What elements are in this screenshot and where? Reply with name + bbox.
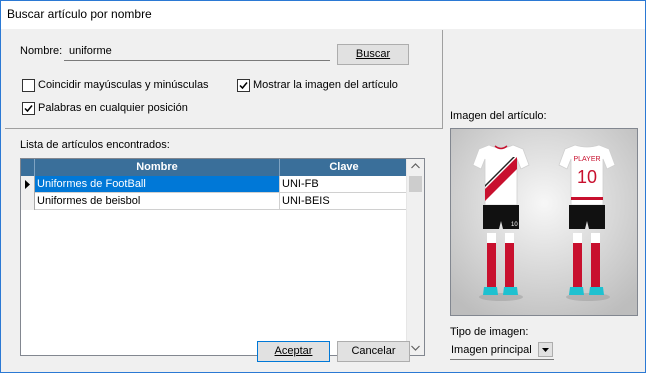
uniform-image: 10 PLAYER 10 <box>451 129 637 315</box>
dialog-window: Buscar artículo por nombre Nombre: unifo… <box>0 0 646 373</box>
image-label: Imagen del artículo: <box>450 110 547 122</box>
match-case-label[interactable]: Coincidir mayúsculas y minúsculas <box>38 79 209 91</box>
name-label: Nombre: <box>20 45 63 57</box>
scroll-up-icon[interactable] <box>411 163 420 169</box>
any-position-checkbox[interactable] <box>22 102 35 115</box>
back-number: 10 <box>577 167 597 187</box>
image-type-label: Tipo de imagen: <box>450 326 529 338</box>
checkmark-icon <box>239 82 248 90</box>
column-header-clave[interactable]: Clave <box>280 159 409 176</box>
table-row-cell-clave[interactable]: UNI-BEIS <box>280 193 409 210</box>
search-button[interactable]: Buscar <box>337 44 409 65</box>
any-position-label[interactable]: Palabras en cualquier posición <box>38 102 188 114</box>
image-type-select[interactable]: Imagen principal <box>450 341 554 360</box>
scroll-down-icon[interactable] <box>411 345 420 351</box>
results-grid[interactable]: Nombre Clave Uniformes de FootBall UNI-F… <box>20 158 425 356</box>
table-row-cell-nombre[interactable]: Uniformes de FootBall <box>35 176 280 193</box>
front-short-number: 10 <box>511 222 518 228</box>
row-selector[interactable] <box>21 176 35 193</box>
back-player-name: PLAYER <box>573 156 600 163</box>
window-title: Buscar artículo por nombre <box>7 7 152 21</box>
table-row-cell-clave[interactable]: UNI-FB <box>280 176 409 193</box>
current-row-arrow-icon <box>25 180 30 189</box>
accept-button[interactable]: Aceptar <box>257 341 330 362</box>
grid-corner <box>21 159 35 176</box>
results-label: Lista de artículos encontrados: <box>20 139 170 151</box>
group-separator <box>5 128 443 129</box>
show-image-label[interactable]: Mostrar la imagen del artículo <box>253 79 398 91</box>
cancel-button[interactable]: Cancelar <box>337 341 410 362</box>
show-image-checkbox[interactable] <box>237 79 250 92</box>
scroll-thumb[interactable] <box>409 176 422 192</box>
table-row-cell-nombre[interactable]: Uniformes de beisbol <box>35 193 280 210</box>
group-separator-vertical <box>442 30 443 129</box>
article-image: 10 PLAYER 10 <box>450 128 638 316</box>
accept-button-label: Aceptar <box>274 345 313 357</box>
match-case-checkbox[interactable] <box>22 79 35 92</box>
chevron-down-icon <box>542 348 549 352</box>
name-input-value: uniforme <box>69 45 112 57</box>
row-selector[interactable] <box>21 193 35 210</box>
checkmark-icon <box>24 105 33 113</box>
vertical-scrollbar[interactable] <box>406 159 424 355</box>
cancel-button-label: Cancelar <box>351 345 396 357</box>
search-button-label: Buscar <box>355 48 391 60</box>
dialog-body: Nombre: uniforme Buscar Coincidir mayúsc… <box>1 30 645 372</box>
title-bar[interactable]: Buscar artículo por nombre <box>1 1 645 29</box>
image-type-value: Imagen principal <box>451 344 532 356</box>
column-header-nombre[interactable]: Nombre <box>35 159 280 176</box>
name-input[interactable]: uniforme <box>64 43 330 61</box>
dropdown-button[interactable] <box>538 342 553 357</box>
